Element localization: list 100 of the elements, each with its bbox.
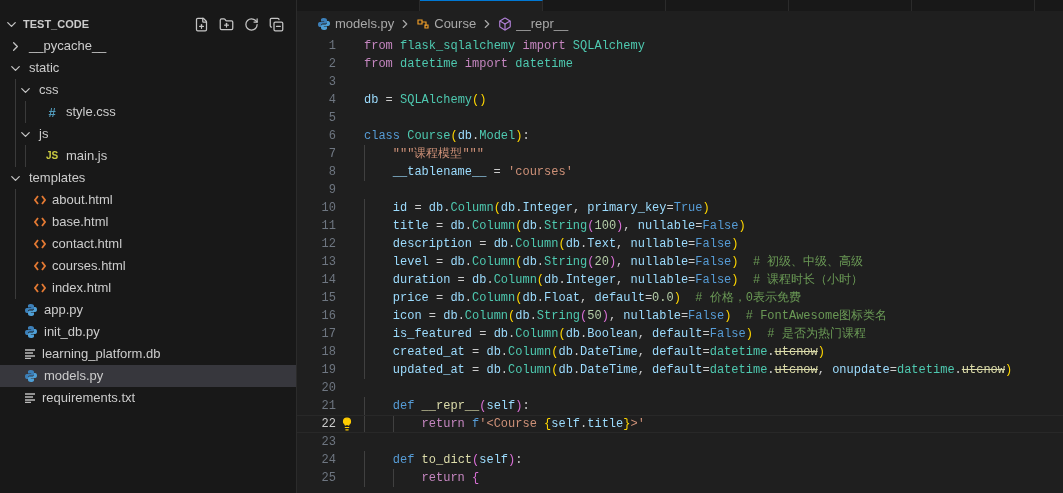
file-item[interactable]: contact.html [0,233,296,255]
code-line: icon = db.Column(db.String(50), nullable=False) # FontAwesome图标类名 [391,308,888,325]
lines-icon [24,349,36,359]
file-item[interactable]: requirements.txt [0,387,296,409]
collapse-all-icon[interactable] [269,16,284,32]
python-file-icon [24,325,38,339]
item-label: app.py [44,301,84,320]
line-number: 14 [320,272,336,289]
item-label: js [39,125,49,144]
new-file-icon[interactable] [194,16,209,32]
python-file-icon [24,369,38,383]
code-line: class Course(db.Model): [364,128,530,145]
line-number: 17 [320,326,336,343]
line-number: 15 [320,290,336,307]
code-line: price = db.Column(db.Float, default=0.0) # 价格，0表示免费 [391,290,801,307]
code-line: return f'<Course {self.title}>' [420,416,645,433]
file-item[interactable]: JS main.js [0,145,296,167]
line-number: 6 [327,128,336,145]
breadcrumb-item[interactable]: __repr__ [516,14,569,34]
angle-brackets-icon [34,195,46,205]
code-line: updated_at = db.Column(db.DateTime, default=datetime.utcnow, onupdate=datetime.utcnow) [391,362,1013,379]
line-number: 19 [320,362,336,379]
line-number: 18 [320,344,336,361]
line-number: 24 [320,452,336,469]
lightbulb-icon[interactable] [340,417,354,431]
line-number: 25 [320,470,336,487]
line-number: 5 [327,110,336,127]
folder-item[interactable]: static [0,57,296,79]
code-line: from flask_sqlalchemy import SQLAlchemy [364,38,645,55]
code-line: def __repr__(self): [391,398,530,415]
item-label: learning_platform.db [42,345,161,364]
code-line: return { [420,470,480,487]
code-line: created_at = db.Column(db.DateTime, default=datetime.utcnow) [391,344,825,361]
file-item[interactable]: base.html [0,211,296,233]
python-file-icon [24,303,38,317]
file-item[interactable]: models.py [0,365,296,387]
workspace-title: TEST_CODE [23,16,89,32]
editor-tab[interactable] [420,0,543,11]
class-symbol-icon [416,17,431,31]
line-number: 10 [320,200,336,217]
code-line: level = db.Column(db.String(20), nullable=False) # 初级、中级、高级 [391,254,864,271]
line-number: 4 [327,92,336,109]
item-label: requirements.txt [42,389,136,408]
line-number: 13 [320,254,336,271]
file-item[interactable]: learning_platform.db [0,343,296,365]
hash-icon: # [44,105,60,119]
code-line: """课程模型""" [391,146,484,163]
new-folder-icon[interactable] [219,16,234,32]
item-label: __pycache__ [29,37,107,56]
folder-item[interactable]: templates [0,167,296,189]
line-number: 20 [320,380,336,397]
lines-icon [24,393,36,403]
file-item[interactable]: about.html [0,189,296,211]
line-number: 23 [320,434,336,451]
breadcrumb-item[interactable]: Course [434,14,477,34]
item-label: models.py [44,367,104,386]
item-label: contact.html [52,235,123,254]
file-item[interactable]: init_db.py [0,321,296,343]
line-number: 9 [327,182,336,199]
item-label: main.js [66,147,108,166]
cube-icon [498,17,513,31]
line-number: 11 [320,218,336,235]
file-item[interactable]: # style.css [0,101,296,123]
code-line: duration = db.Column(db.Integer, nullable=False) # 课程时长（小时） [391,272,864,289]
file-item[interactable]: app.py [0,299,296,321]
file-item[interactable]: courses.html [0,255,296,277]
line-number: 1 [327,38,336,55]
code-line: is_featured = db.Column(db.Boolean, default=False) # 是否为热门课程 [391,326,866,343]
line-number: 3 [327,74,336,91]
angle-brackets-icon [34,217,46,227]
python-file-icon [317,17,331,31]
code-line: from datetime import datetime [364,56,573,73]
folder-item[interactable]: js [0,123,296,145]
folder-item[interactable]: css [0,79,296,101]
item-label: index.html [52,279,112,298]
item-label: base.html [52,213,109,232]
breadcrumb-item[interactable]: models.py [335,14,395,34]
file-item[interactable]: index.html [0,277,296,299]
item-label: static [29,59,60,78]
angle-brackets-icon [34,239,46,249]
code-line: db = SQLAlchemy() [364,92,487,109]
js-icon: JS [44,151,60,161]
folder-item[interactable]: __pycache__ [0,35,296,57]
item-label: init_db.py [44,323,100,342]
code-line: description = db.Column(db.Text, nullable=False) [391,236,739,253]
line-number: 21 [320,398,336,415]
code-line: id = db.Column(db.Integer, primary_key=True) [391,200,710,217]
item-label: style.css [66,103,116,122]
line-number: 2 [327,56,336,73]
line-number: 12 [320,236,336,253]
code-line: __tablename__ = 'courses' [391,164,573,181]
item-label: about.html [52,191,113,210]
refresh-icon[interactable] [244,16,259,32]
item-label: css [39,81,59,100]
item-label: courses.html [52,257,126,276]
code-line: title = db.Column(db.String(100), nullable=False) [391,218,746,235]
line-number: 22 [320,416,336,433]
line-number: 16 [320,308,336,325]
item-label: templates [29,169,86,188]
angle-brackets-icon [34,283,46,293]
